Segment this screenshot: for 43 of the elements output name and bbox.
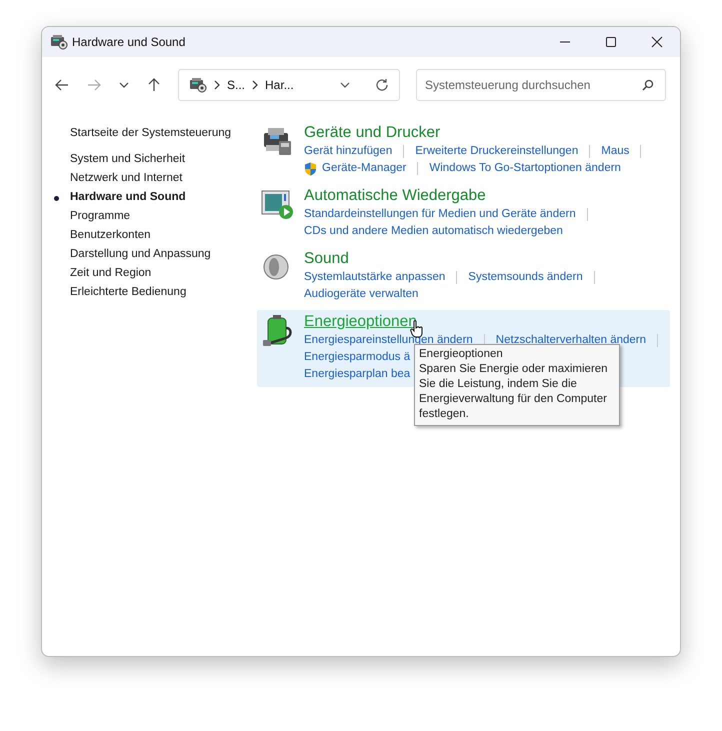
task-link[interactable]: Geräte-Manager [322, 160, 406, 177]
window-title: Hardware und Sound [72, 35, 186, 49]
task-link[interactable]: Standardeinstellungen für Medien und Geräte ändern [304, 206, 576, 223]
task-link[interactable]: Audiogeräte verwalten [304, 286, 418, 303]
task-link[interactable]: Systemlautstärke anpassen [304, 269, 446, 286]
task-link[interactable]: Energiesparmodus ä [304, 349, 410, 366]
sidebar-link[interactable]: Startseite der Systemsteuerung [70, 127, 232, 139]
breadcrumb[interactable]: Har... [265, 78, 294, 92]
breadcrumb[interactable]: S... [227, 78, 246, 92]
task-link[interactable]: CDs und andere Medien automatisch wiedergeben [304, 223, 563, 240]
sidebar-item[interactable]: Darstellung und Anpassung [70, 248, 257, 260]
media-play-icon [261, 188, 295, 220]
category-title-link[interactable]: Automatische Wiedergabe [304, 186, 486, 206]
task-link[interactable]: Windows To Go-Startoptionen ändern [429, 160, 621, 177]
task-link[interactable]: Gerät hinzufügen [304, 143, 392, 160]
category-title-link[interactable]: Sound [304, 249, 349, 269]
up-arrow-icon[interactable] [146, 77, 162, 93]
back-arrow-icon[interactable] [54, 77, 70, 93]
task-link[interactable]: Systemsounds ändern [468, 269, 583, 286]
chevron-right-icon [251, 80, 260, 90]
address-bar[interactable]: S... Har... [178, 69, 400, 101]
task-link[interactable]: Energiespareinstellungen ändern [304, 332, 473, 349]
search-icon [642, 79, 654, 91]
category-title-link[interactable]: Geräte und Drucker [304, 123, 440, 143]
task-link[interactable]: Maus [601, 143, 630, 160]
sidebar-item[interactable]: Programme [70, 210, 257, 222]
task-link[interactable]: Energiesparplan bea [304, 366, 410, 383]
refresh-icon[interactable] [375, 78, 389, 92]
chevron-right-icon [213, 80, 221, 90]
sidebar-item[interactable]: Benutzerkonten [70, 229, 257, 241]
sidebar-item[interactable]: System und Sicherheit [70, 153, 257, 165]
sidebar-item[interactable]: Erleichterte Bedienung [70, 286, 257, 298]
search-field[interactable]: Systemsteuerung durchsuchen [416, 69, 666, 101]
control-panel-icon [50, 34, 68, 50]
tooltip-text: Sparen Sie Energie oder maximieren Sie die Leistung, indem Sie die Energieverwaltung für den Computer festlegen. [419, 362, 609, 422]
control-panel-icon [189, 77, 207, 93]
tooltip-title: Energieoptionen [419, 347, 504, 362]
sidebar-item[interactable]: Hardware und Sound [70, 191, 257, 203]
sidebar-item[interactable]: Netzwerk und Internet [70, 172, 257, 184]
bullet-icon [54, 196, 59, 201]
shield-icon [304, 162, 317, 176]
task-link[interactable]: Erweiterte Druckereinstellungen [415, 143, 578, 160]
sidebar-item[interactable]: Zeit und Region [70, 267, 257, 279]
